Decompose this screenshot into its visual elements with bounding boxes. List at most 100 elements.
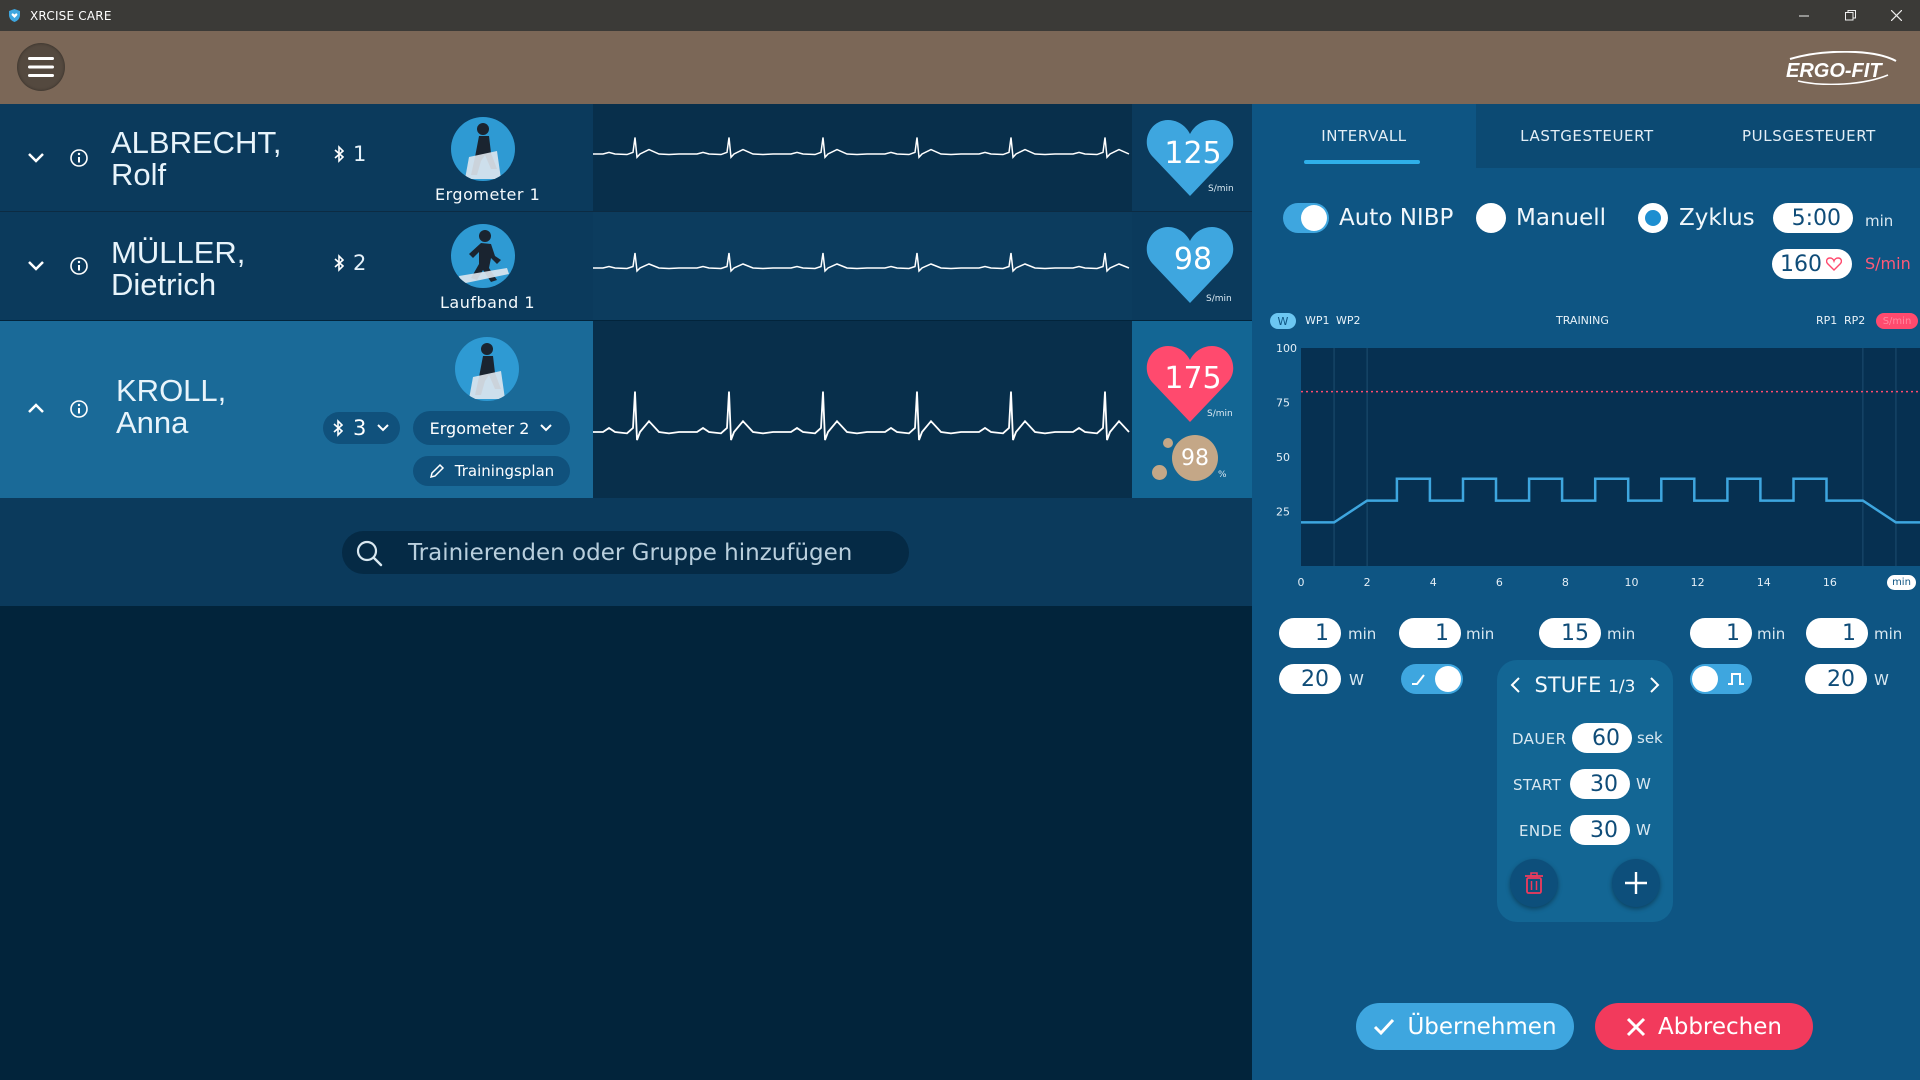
channel-select[interactable]: 3 [323,412,401,444]
channel: 2 [334,251,366,275]
stage-start-input[interactable]: 30 [1570,769,1630,799]
restore-icon [1844,10,1856,21]
x-tick: 16 [1823,576,1837,589]
tab-lastgesteuert[interactable]: LASTGESTEUERT [1476,104,1698,168]
close-window-button[interactable] [1873,0,1919,31]
chevron-down-icon [377,424,390,432]
info-icon[interactable] [69,256,89,276]
ecg-trace [593,104,1132,211]
chevron-down-icon[interactable] [24,253,48,277]
pulse-step-icon [1728,673,1744,685]
ecg-trace [593,321,1132,498]
heart-shield-icon [7,8,22,23]
info-icon[interactable] [69,399,89,419]
stage-start-unit: W [1636,775,1651,793]
training-duration-input[interactable]: 15 [1539,618,1601,648]
stage-end-input[interactable]: 30 [1570,815,1630,845]
plus-icon [1625,872,1647,894]
ramp-toggle[interactable] [1401,664,1463,694]
step-toggle[interactable] [1690,664,1752,694]
plot-area [1301,348,1920,566]
chevron-left-icon[interactable] [1509,676,1521,694]
app-title: XRCISE CARE [30,8,112,23]
wp1-duration-input[interactable]: 1 [1279,618,1341,648]
channel-value: 3 [353,416,367,440]
chevron-right-icon[interactable] [1649,676,1661,694]
legend-rp2: RP2 [1844,314,1866,327]
chevron-down-icon [540,424,553,432]
device-label: Ergometer 1 [435,185,541,204]
auto-nibp-label: Auto NIBP [1339,205,1454,231]
x-tick: 10 [1625,576,1639,589]
training-plan-button[interactable]: Trainingsplan [413,456,570,486]
pencil-icon [429,463,444,479]
close-icon [1890,10,1902,21]
chevron-up-icon[interactable] [24,397,48,421]
legend-s-min-badge: S/min [1876,313,1918,329]
search-input[interactable]: Trainierenden oder Gruppe hinzufügen [342,531,909,574]
x-tick: 14 [1757,576,1771,589]
legend-w-badge: W [1270,313,1296,329]
minimize-icon [1799,15,1809,16]
tab-pulsgesteuert[interactable]: PULSGESTEUERT [1698,104,1920,168]
menu-button[interactable] [17,43,65,91]
y-left-tick: 75 [1276,397,1290,410]
wp1-load-input[interactable]: 20 [1279,664,1341,694]
search-icon [356,540,383,566]
spo2-unit: % [1218,470,1227,480]
mode-tabs: INTERVALL LASTGESTEUERT PULSGESTEUERT [1252,104,1920,168]
hr-max-unit: S/min [1865,254,1911,273]
y-left-tick: 25 [1276,506,1290,519]
wp1-load-unit: W [1349,671,1364,689]
restore-button[interactable] [1827,0,1873,31]
manual-radio[interactable] [1476,203,1506,233]
title-bar: XRCISE CARE [0,0,1920,31]
cancel-button[interactable]: Abbrechen [1595,1003,1813,1050]
stage-end-label: ENDE [1519,822,1563,840]
stage-duration-unit: sek [1637,729,1663,747]
ergometer-avatar [451,117,515,181]
treadmill-avatar [451,224,515,288]
training-duration-unit: min [1607,625,1636,643]
cycle-radio[interactable] [1638,203,1668,233]
check-icon [1374,1018,1395,1035]
wp2-duration-unit: min [1466,625,1495,643]
bluetooth-icon [334,145,344,163]
stage-counter: 1/3 [1608,677,1636,697]
treadmill-icon [459,230,509,284]
heart-rate-value: 125 [1164,136,1222,171]
device-label: Ergometer 2 [429,418,530,438]
spo2-decoration [1163,438,1173,448]
wp2-duration-input[interactable]: 1 [1399,618,1461,648]
stage-duration-input[interactable]: 60 [1572,723,1632,753]
add-stage-button[interactable] [1612,859,1660,907]
heart-rate-unit: S/min [1206,294,1232,304]
tab-intervall[interactable]: INTERVALL [1252,104,1476,168]
minimize-button[interactable] [1781,0,1827,31]
wp1-duration-unit: min [1348,625,1377,643]
device-select[interactable]: Ergometer 2 [413,411,570,445]
x-tick: 0 [1298,576,1305,589]
info-icon[interactable] [69,148,89,168]
legend-rp1: RP1 [1816,314,1838,327]
device-label: Laufband 1 [440,293,536,312]
cycle-interval-input[interactable]: 5:00 [1773,203,1853,233]
delete-stage-button[interactable] [1510,859,1558,907]
channel: 1 [334,142,366,166]
x-unit-badge: min [1887,575,1916,590]
heart-max-icon [1826,257,1842,271]
auto-nibp-toggle[interactable] [1283,203,1329,233]
manual-label: Manuell [1516,205,1607,231]
active-tab-indicator [1304,160,1420,164]
rp1-duration-input[interactable]: 1 [1690,618,1752,648]
apply-button[interactable]: Übernehmen [1356,1003,1574,1050]
app-header: ERGO-FIT [0,31,1920,104]
spo2-decoration [1152,465,1167,480]
rp2-duration-input[interactable]: 1 [1806,618,1868,648]
participant-name: ALBRECHT, Rolf [111,125,282,192]
x-tick: 8 [1562,576,1569,589]
chevron-down-icon[interactable] [24,145,48,169]
x-tick: 6 [1496,576,1503,589]
cycle-label: Zyklus [1679,205,1755,231]
rp2-load-input[interactable]: 20 [1805,664,1867,694]
